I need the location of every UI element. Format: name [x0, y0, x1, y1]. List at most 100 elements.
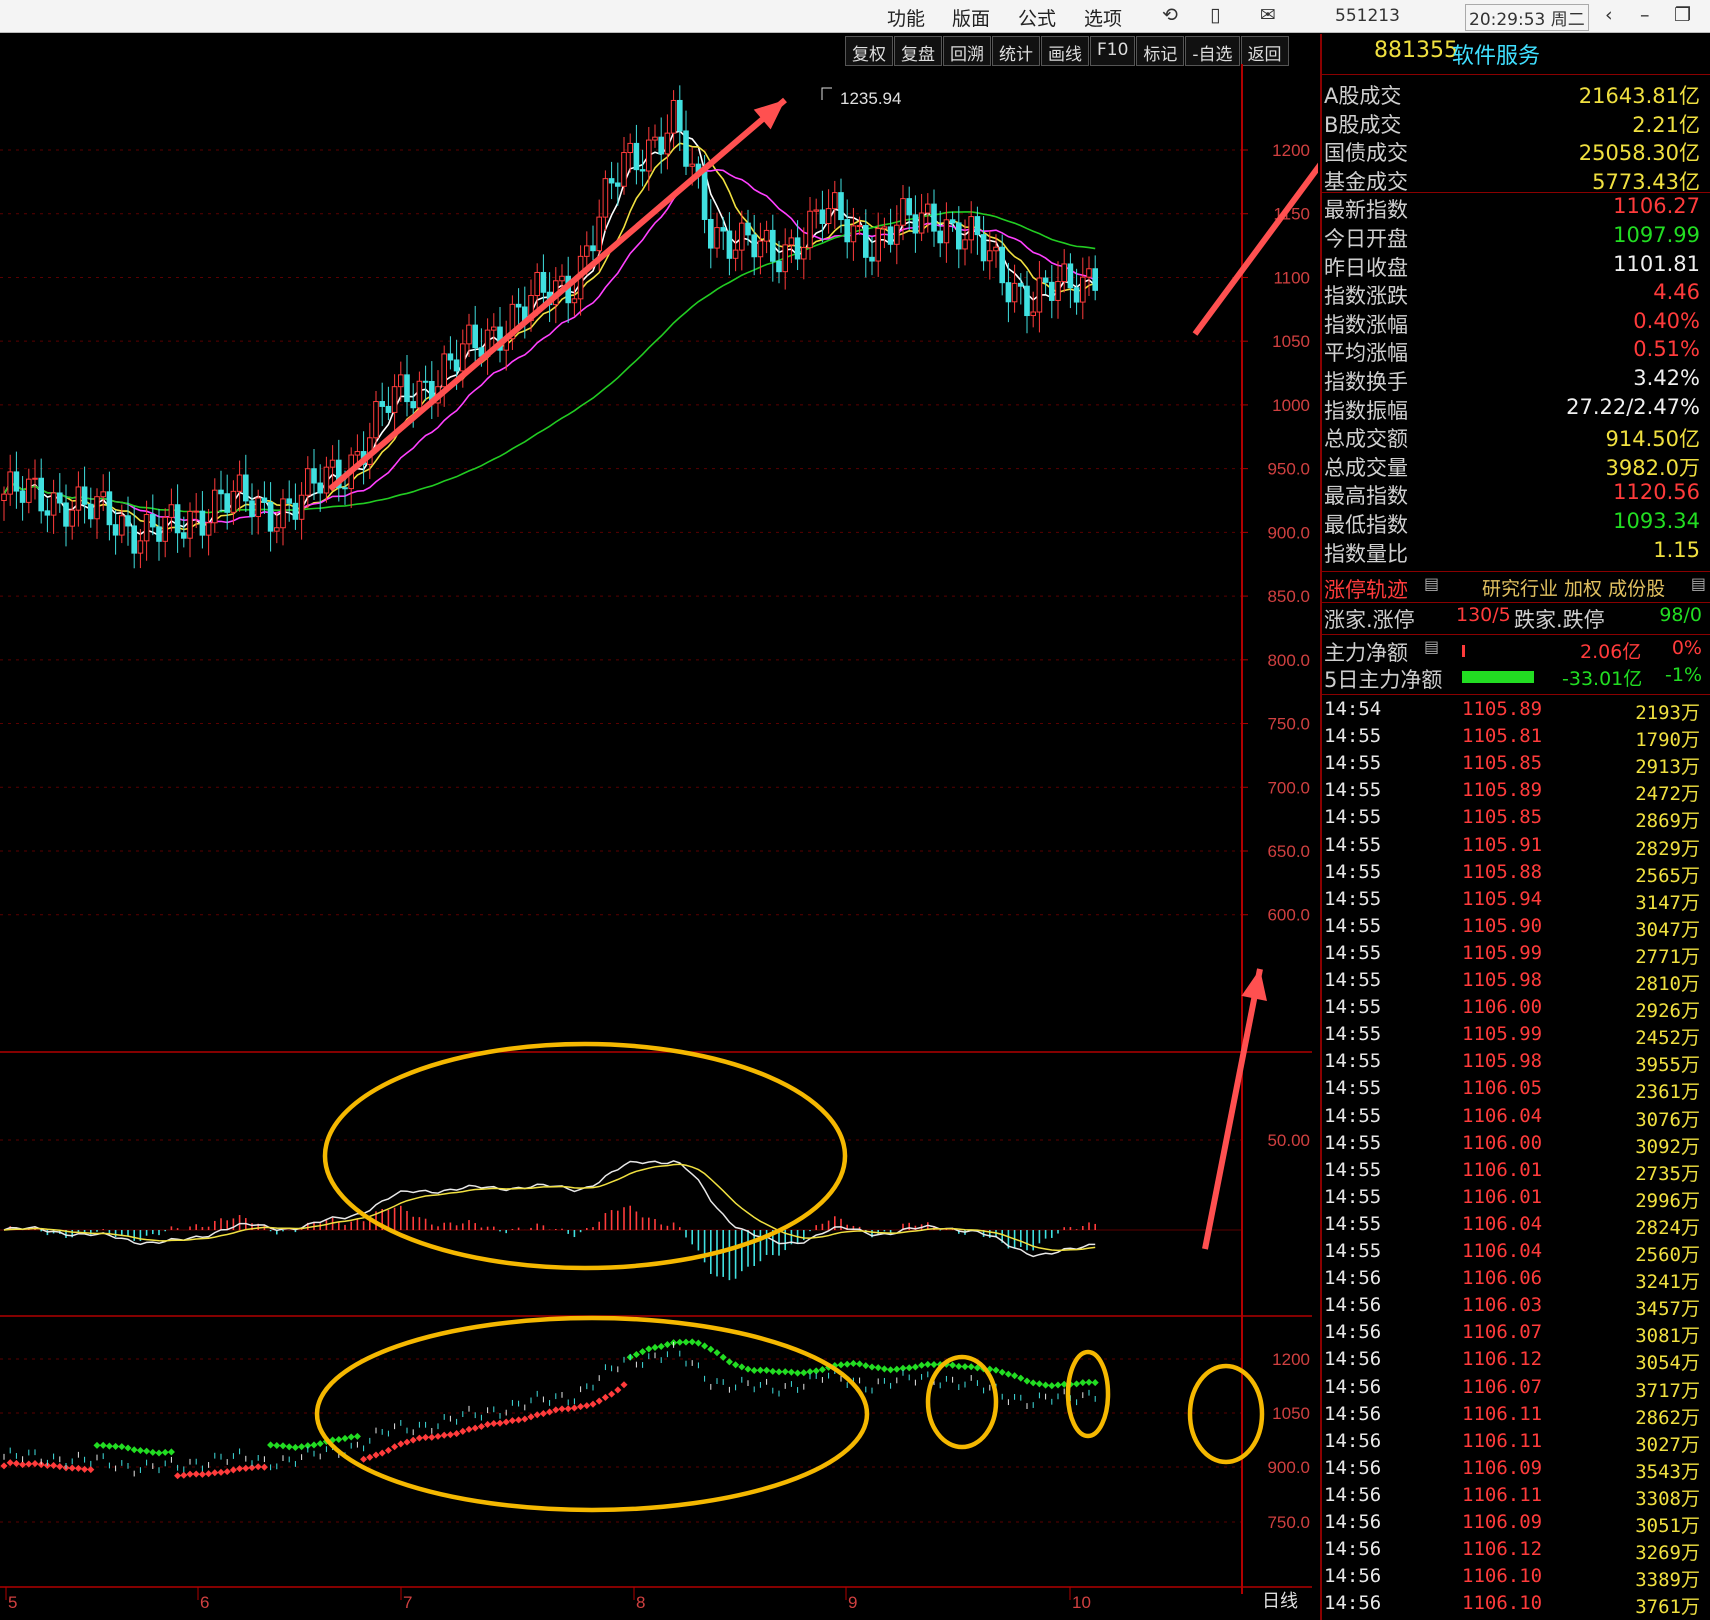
candle-body — [646, 139, 652, 172]
signal-dot — [1073, 1380, 1081, 1388]
menu-function[interactable]: 功能 — [887, 4, 925, 31]
tick-volume: 3308万 — [1635, 1487, 1700, 1510]
candle-body — [181, 532, 187, 539]
candle-body — [590, 245, 596, 252]
candle-body — [596, 216, 603, 252]
tick-time: 14:55 — [1324, 725, 1382, 748]
candle-body — [1092, 268, 1099, 291]
signal-dot — [50, 1461, 58, 1469]
phone-icon[interactable]: ▯ — [1210, 4, 1220, 26]
signal-dot — [800, 1369, 808, 1377]
track-links[interactable]: 研究行业 加权 成份股 — [1482, 574, 1665, 601]
tick-price: 1106.09 — [1462, 1456, 1543, 1479]
price-axis-label: 750.0 — [1267, 715, 1310, 734]
tick-price: 1106.10 — [1462, 1565, 1543, 1588]
candle-body — [881, 226, 888, 230]
back-arrow-icon[interactable]: ‹ — [1605, 4, 1613, 26]
signal-dot — [781, 1368, 789, 1376]
candle — [112, 510, 119, 555]
candle — [94, 488, 100, 539]
candle-body — [125, 515, 131, 527]
divider — [1322, 694, 1710, 695]
minimize-icon[interactable]: – — [1640, 4, 1650, 26]
signal-dot — [651, 1343, 659, 1351]
signal-dot — [595, 1397, 603, 1405]
tick-time: 14:56 — [1324, 1375, 1382, 1398]
signal-dot — [484, 1420, 492, 1429]
signal-dot — [632, 1350, 640, 1359]
candle-body — [342, 487, 348, 490]
tick-time: 14:56 — [1324, 1402, 1382, 1425]
signal-dot — [186, 1470, 194, 1478]
signal-dot — [955, 1362, 963, 1370]
signal-dot — [663, 1341, 671, 1349]
price-axis-label: 850.0 — [1267, 587, 1310, 606]
tick-row: 14:55 1105.85 2869万 — [1322, 806, 1710, 833]
tick-row: 14:56 1106.03 3457万 — [1322, 1294, 1710, 1321]
candle-body — [832, 192, 838, 210]
tick-price: 1106.05 — [1462, 1077, 1543, 1100]
candle-body — [26, 478, 32, 503]
candle — [943, 202, 950, 263]
refresh-icon[interactable]: ⟲ — [1162, 4, 1178, 26]
stat-value: 25058.30亿 — [1578, 141, 1700, 166]
candle-body — [50, 492, 57, 516]
candle — [726, 212, 733, 276]
kline-chart[interactable]: 12001150110010501000950.0900.0850.0800.0… — [0, 34, 1318, 1620]
stat-row: B股成交 2.21亿 — [1322, 109, 1710, 137]
candle-body — [75, 486, 82, 511]
restore-icon[interactable]: ❐ — [1674, 4, 1691, 26]
signal-dot — [409, 1436, 417, 1444]
stat-label: 最高指数 — [1324, 484, 1408, 509]
signal-dot — [787, 1368, 795, 1376]
signal-dot — [533, 1411, 541, 1419]
tick-row: 14:56 1106.10 3389万 — [1322, 1565, 1710, 1592]
candle-body — [1036, 277, 1043, 313]
track-menu-icon[interactable]: ▤ — [1424, 574, 1439, 593]
menu-layout[interactable]: 版面 — [952, 4, 990, 31]
signal-dot — [645, 1345, 653, 1353]
price-axis-label: 1000 — [1272, 396, 1310, 415]
candle-body — [410, 401, 416, 409]
signal-dot — [992, 1366, 1000, 1374]
track-label[interactable]: 涨停轨迹 — [1324, 574, 1408, 604]
candle — [1092, 255, 1099, 301]
mail-icon[interactable]: ✉ — [1260, 4, 1276, 26]
signal-dot — [279, 1442, 287, 1450]
candle — [205, 508, 212, 556]
signal-dot — [707, 1345, 715, 1353]
tick-volume: 2996万 — [1635, 1189, 1700, 1212]
candle-body — [19, 490, 26, 503]
tick-price: 1106.07 — [1462, 1321, 1543, 1344]
signal-dot — [310, 1441, 318, 1449]
candle-body — [1055, 281, 1061, 301]
signal-dot — [99, 1441, 107, 1449]
tick-time: 14:55 — [1324, 752, 1382, 775]
tick-row: 14:55 1105.99 2452万 — [1322, 1023, 1710, 1050]
candle — [336, 439, 342, 502]
candle — [832, 180, 838, 229]
tick-time: 14:55 — [1324, 1158, 1382, 1181]
tick-volume: 3761万 — [1635, 1596, 1700, 1619]
menu-options[interactable]: 选项 — [1084, 4, 1122, 31]
tick-time: 14:55 — [1324, 941, 1382, 964]
candle-body — [925, 203, 931, 214]
candle-body — [863, 225, 869, 258]
candle — [937, 210, 944, 258]
links-menu-icon[interactable]: ▤ — [1691, 574, 1706, 593]
candle-body — [962, 239, 968, 250]
arrow-shaft — [328, 97, 787, 492]
candle-body — [13, 471, 20, 492]
candle-body — [298, 494, 305, 520]
candle-body — [199, 510, 206, 536]
candle-body — [100, 491, 107, 498]
net-menu-icon[interactable]: ▤ — [1424, 637, 1439, 656]
menu-formula[interactable]: 公式 — [1018, 4, 1056, 31]
signal-dot — [105, 1442, 113, 1450]
candle-body — [261, 497, 268, 503]
signal-dot — [180, 1471, 188, 1479]
stat-label: 指数涨跌 — [1324, 284, 1408, 309]
candle-body — [1073, 287, 1080, 303]
candle-body — [732, 249, 739, 259]
candle — [801, 227, 807, 280]
